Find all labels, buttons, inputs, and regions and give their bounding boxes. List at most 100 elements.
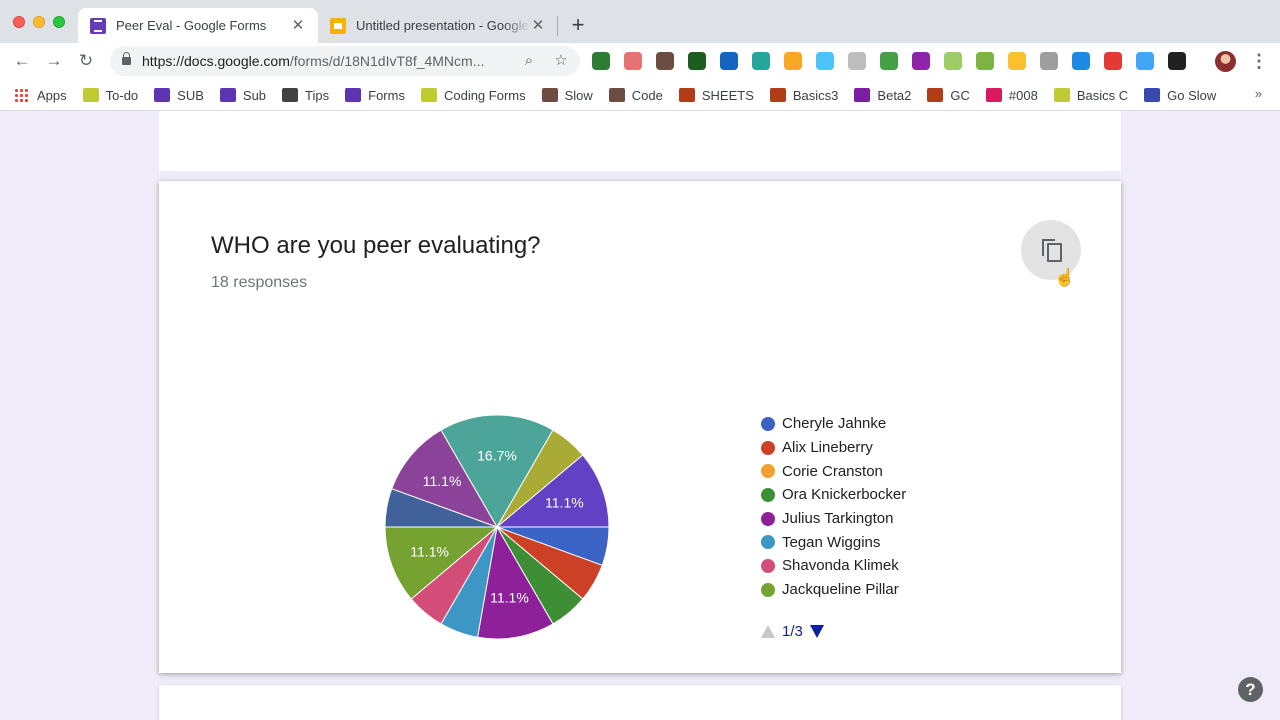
bookmark-item[interactable]: SHEETS xyxy=(678,88,754,103)
extension-icon[interactable] xyxy=(1040,52,1058,70)
bookmark-item[interactable]: Coding Forms xyxy=(420,87,526,103)
forms-page: WHO are you peer evaluating? 18 response… xyxy=(0,111,1280,720)
legend-pager: 1/3 xyxy=(761,623,824,640)
chart-legend: Cheryle Jahnke Alix Lineberry Corie Cranst… xyxy=(761,412,906,602)
forms-icon xyxy=(90,17,106,34)
tab-peer-eval[interactable]: Peer Eval - Google Forms ✕ xyxy=(78,8,318,43)
extension-icon[interactable] xyxy=(1008,52,1026,70)
profile-avatar[interactable] xyxy=(1215,51,1236,72)
bookmark-icon xyxy=(927,88,944,102)
extension-icon[interactable] xyxy=(912,52,930,70)
bookmark-item[interactable]: SUB xyxy=(154,88,204,103)
tab-separator xyxy=(557,16,558,36)
legend-label: Shavonda Klimek xyxy=(782,557,899,575)
bookmarks-overflow-icon[interactable]: » xyxy=(1255,86,1262,101)
bookmark-icon xyxy=(345,88,362,102)
bookmark-label: To-do xyxy=(105,87,139,103)
bookmark-icon xyxy=(420,88,437,102)
extension-icon[interactable] xyxy=(816,52,834,70)
url-text[interactable]: https://docs.google.com/forms/d/18N1dIvT… xyxy=(142,53,484,69)
bookmark-label: #008 xyxy=(1008,87,1038,103)
bookmark-item[interactable]: Apps xyxy=(14,88,67,103)
legend-item: Ora Knickerbocker xyxy=(761,483,906,507)
maximize-window-button[interactable] xyxy=(53,16,65,28)
bookmark-item[interactable]: Basics3 xyxy=(769,87,839,103)
tab-title: Peer Eval - Google Forms xyxy=(116,18,267,33)
legend-swatch xyxy=(761,464,775,479)
extension-icon[interactable] xyxy=(944,52,962,70)
extension-icon[interactable] xyxy=(1136,52,1154,70)
bookmark-label: Tips xyxy=(305,87,330,103)
zoom-icon[interactable]: ⌕ xyxy=(518,50,540,72)
bookmark-label: Code xyxy=(631,87,663,103)
next-card xyxy=(159,685,1121,720)
extension-icon[interactable] xyxy=(752,52,770,70)
extensions-bar xyxy=(592,52,1200,70)
pie-slice-label: 16.7% xyxy=(477,447,517,463)
bookmark-item[interactable]: #008 xyxy=(985,87,1038,103)
bookmark-label: Sub xyxy=(242,87,267,103)
bookmark-item[interactable]: Code xyxy=(608,87,663,103)
extension-icon[interactable] xyxy=(880,52,898,70)
bookmark-icon xyxy=(1053,88,1070,102)
extension-icon[interactable] xyxy=(656,52,674,70)
bookmark-icon xyxy=(854,88,871,102)
extension-icon[interactable] xyxy=(592,52,610,70)
address-bar[interactable]: https://docs.google.com/forms/d/18N1dIvT… xyxy=(110,46,580,76)
minimize-window-button[interactable] xyxy=(33,16,45,28)
legend-swatch xyxy=(761,416,775,431)
pie-chart-svg: 11.1% 11.1% 11.1% 16.7% 11.1% xyxy=(384,414,610,640)
tab-untitled-presentation[interactable]: Untitled presentation - Google Slides ✕ xyxy=(318,8,558,43)
close-icon[interactable]: ✕ xyxy=(530,17,546,34)
bookmark-icon xyxy=(282,88,299,102)
extension-icon[interactable] xyxy=(848,52,866,70)
extension-icon[interactable] xyxy=(720,52,738,70)
bookmark-label: Slow xyxy=(564,87,593,103)
legend-swatch xyxy=(761,440,775,455)
close-icon[interactable]: ✕ xyxy=(290,17,306,34)
bookmark-item[interactable]: Slow xyxy=(541,87,593,103)
star-icon[interactable]: ☆ xyxy=(550,50,572,72)
extension-icon[interactable] xyxy=(1072,52,1090,70)
legend-swatch xyxy=(761,582,775,597)
bookmark-item[interactable]: Basics C xyxy=(1053,88,1128,103)
legend-label: Cheryle Jahnke xyxy=(782,415,887,433)
new-tab-button[interactable]: + xyxy=(566,13,590,37)
bookmark-label: Basics3 xyxy=(792,87,839,103)
bookmark-label: SUB xyxy=(177,87,204,103)
close-window-button[interactable] xyxy=(13,16,25,28)
extension-icon[interactable] xyxy=(1168,52,1186,70)
extension-icon[interactable] xyxy=(688,52,706,70)
back-icon[interactable]: ← xyxy=(10,49,34,73)
bookmark-label: Forms xyxy=(368,87,405,103)
bookmark-item[interactable]: Beta2 xyxy=(854,88,911,103)
slides-icon xyxy=(330,17,346,34)
pie-slice-label: 11.1% xyxy=(545,494,584,510)
extension-icon[interactable] xyxy=(784,52,802,70)
bookmark-icon xyxy=(985,88,1002,102)
extension-icon[interactable] xyxy=(1104,52,1122,70)
lock-icon xyxy=(122,52,131,65)
extension-icon[interactable] xyxy=(624,52,642,70)
legend-swatch xyxy=(761,558,775,573)
legend-next-icon[interactable] xyxy=(809,625,824,638)
legend-label: Ora Knickerbocker xyxy=(782,486,907,504)
bookmark-label: Coding Forms xyxy=(443,87,526,103)
legend-item: Cheryle Jahnke xyxy=(761,412,906,436)
bookmark-item[interactable]: To-do xyxy=(82,87,139,103)
bookmark-icon xyxy=(678,88,695,102)
help-button[interactable]: ? xyxy=(1238,677,1263,702)
bookmarks-bar: Apps To-do SUB Sub Tips Forms Coding Forms Slow… xyxy=(0,80,1280,111)
bookmark-icon xyxy=(1144,88,1161,102)
bookmark-item[interactable]: GC xyxy=(927,88,970,103)
forward-icon[interactable]: → xyxy=(42,49,66,73)
bookmark-item[interactable]: Sub xyxy=(219,87,267,103)
legend-prev-icon[interactable] xyxy=(761,625,775,638)
bookmark-item[interactable]: Go Slow xyxy=(1144,88,1216,103)
extension-icon[interactable] xyxy=(976,52,994,70)
bookmark-item[interactable]: Forms xyxy=(345,88,405,103)
more-menu-icon[interactable]: ⋮ xyxy=(1250,49,1268,73)
legend-swatch xyxy=(761,535,775,550)
reload-icon[interactable]: ↻ xyxy=(74,49,98,73)
bookmark-item[interactable]: Tips xyxy=(282,88,329,103)
